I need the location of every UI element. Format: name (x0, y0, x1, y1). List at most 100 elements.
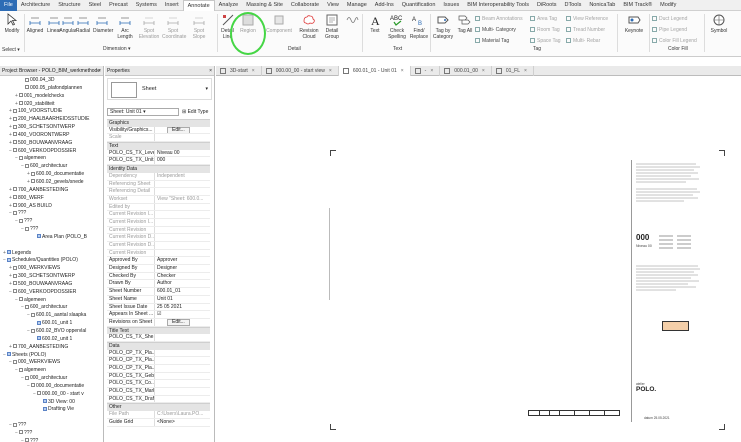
property-row[interactable]: Current Revision I... (107, 211, 210, 219)
view-tab[interactable]: 600.01_01 - Unit 01 × (338, 66, 411, 76)
dimension-radial-button[interactable]: Radial (74, 13, 92, 34)
tag-panel-label[interactable]: Tag (533, 46, 541, 52)
property-value[interactable]: Checker (155, 273, 210, 280)
browser-tree-item[interactable]: −600_VERKOOPDOSSIER (0, 148, 103, 156)
browser-tree-item[interactable]: − algemeen (0, 367, 103, 375)
property-row[interactable]: Appears In Sheet ... ☑ (107, 311, 210, 319)
property-value[interactable]: Edit... (155, 126, 210, 134)
drawing-canvas[interactable]: 000 Niveau 00 atelier POLO. datum 25.05.… (216, 76, 741, 442)
property-group-header[interactable]: Data (107, 341, 210, 350)
space-tag-button[interactable]: Space Tag (530, 38, 561, 44)
ribbon-tab-nonicatab[interactable]: NonicaTab (585, 0, 619, 11)
browser-tree-item[interactable]: +500_BOUWAANVRAAG (0, 140, 103, 148)
room-tag-button[interactable]: Room Tag (530, 27, 560, 33)
view-reference-button[interactable]: View Reference (566, 16, 608, 22)
browser-tree-item[interactable]: +020_stabiliteit (0, 101, 103, 109)
browser-tree-item[interactable]: −000.00_documentatie (0, 383, 103, 391)
browser-tree-item[interactable]: 000.04_3D (0, 77, 103, 85)
material-tag-button[interactable]: Material Tag (475, 38, 509, 44)
browser-tree-item[interactable] (0, 414, 103, 422)
browser-tree-item[interactable]: −000_WERKVIEWS (0, 359, 103, 367)
property-row[interactable]: Current Revision (107, 249, 210, 258)
ribbon-tab-bim-interoperability-tools[interactable]: BIM Interoperability Tools (463, 0, 533, 11)
ribbon-tab-dtools[interactable]: DTools (561, 0, 586, 11)
property-value[interactable] (155, 373, 210, 380)
browser-tree-item[interactable]: −??? (0, 226, 103, 234)
browser-tree-item[interactable]: 3D View: 00 (0, 399, 103, 407)
property-value[interactable]: Author (155, 280, 210, 287)
dimension-diameter-button[interactable]: Diameter (93, 13, 113, 34)
browser-tree-item[interactable]: −??? (0, 438, 103, 442)
browser-tree-item[interactable]: −000_architectuur (0, 375, 103, 383)
browser-tree-item[interactable]: +300_SCHETSONTWERP (0, 273, 103, 281)
close-icon[interactable]: × (401, 68, 404, 74)
browser-tree-item[interactable]: +600.02_gevels/snede (0, 179, 103, 187)
browser-tree-item[interactable]: +900_AS BUILD (0, 203, 103, 211)
browser-tree-item[interactable]: + Legends (0, 250, 103, 258)
browser-tree-item[interactable]: −??? (0, 422, 103, 430)
property-row[interactable]: Current Revision D... (107, 234, 210, 242)
ribbon-tab-steel[interactable]: Steel (85, 0, 106, 11)
property-value[interactable] (155, 388, 210, 395)
pipe-legend-button[interactable]: Pipe Legend (652, 27, 687, 33)
ribbon-tab-structure[interactable]: Structure (54, 0, 84, 11)
ribbon-tab-quantification[interactable]: Quantification (398, 0, 440, 11)
browser-tree-item[interactable]: +001_modelchecks (0, 93, 103, 101)
property-value[interactable]: ☑ (155, 311, 210, 318)
property-value[interactable]: 000 (155, 157, 210, 164)
ribbon-tab-annotate[interactable]: Annotate (182, 0, 215, 11)
browser-tree-item[interactable]: 000.05_plafondplannen (0, 85, 103, 93)
property-group-header[interactable]: Other (107, 403, 210, 412)
property-row[interactable]: POLO_CS_TX_She... (107, 334, 210, 342)
browser-tree-item[interactable]: −??? (0, 430, 103, 438)
ribbon-tab-bim-track-[interactable]: BIM Track® (619, 0, 656, 11)
property-row[interactable]: POLO_CS_TX_Unit... 000 (107, 157, 210, 166)
browser-tree-item[interactable]: 600.02_unit 1 (0, 336, 103, 344)
browser-tree-item[interactable]: −600_architectuur (0, 304, 103, 312)
property-row[interactable]: File Path C:\Users\Laura.PO... (107, 411, 210, 419)
property-row[interactable]: Visibility/Graphics... Edit... (107, 126, 210, 135)
browser-tree-item[interactable]: −??? (0, 218, 103, 226)
browser-tree-item[interactable] (0, 242, 103, 250)
ribbon-tab-add-ins[interactable]: Add-Ins (371, 0, 398, 11)
browser-tree-item[interactable]: Drafting Vie (0, 406, 103, 414)
close-icon[interactable]: × (252, 68, 255, 74)
browser-tree-item[interactable]: +300_SCHETSONTWERP (0, 124, 103, 132)
property-value[interactable]: 25 05 2021 (155, 304, 210, 311)
property-value[interactable] (155, 334, 210, 341)
browser-tree-item[interactable]: +700_AANBESTEDING (0, 344, 103, 352)
browser-tree-item[interactable]: 600.01_unit 1 (0, 320, 103, 328)
browser-tree-item[interactable]: +200_HAALBAARHEIDSSTUDIE (0, 116, 103, 124)
browser-tree-item[interactable]: −600_architectuur (0, 163, 103, 171)
close-icon[interactable]: × (524, 68, 527, 74)
select-panel-label[interactable]: Select ▾ (2, 47, 20, 53)
ribbon-tab-view[interactable]: View (323, 0, 343, 11)
property-value[interactable]: 600.01_01 (155, 288, 210, 295)
property-group-header[interactable]: Identity Data (107, 165, 210, 173)
property-value[interactable] (155, 380, 210, 387)
browser-tree-item[interactable]: +500_BOUWAANVRAAG (0, 281, 103, 289)
property-row[interactable]: Referencing Detail (107, 188, 210, 196)
property-row[interactable]: Designed By Designer (107, 265, 210, 273)
edit-button[interactable]: Edit... (167, 126, 190, 134)
browser-tree-item[interactable]: − Schedules/Quantities (POLO) (0, 257, 103, 265)
browser-tree-item[interactable]: +100_VOORSTUDIE (0, 108, 103, 116)
view-tab[interactable]: 000.01_00 × (440, 66, 492, 76)
close-icon[interactable]: × (98, 66, 101, 75)
property-group-header[interactable]: Text (107, 142, 210, 150)
dimension-arc-length-button[interactable]: Arc Length (114, 13, 136, 40)
view-tab[interactable]: - × (411, 66, 441, 76)
ribbon-tab-manage[interactable]: Manage (343, 0, 371, 11)
view-tab[interactable]: 3D-start × (216, 66, 262, 76)
property-value[interactable]: Edit... (155, 318, 210, 326)
keynote-button[interactable]: Keynote (622, 13, 646, 34)
browser-tree-item[interactable]: Area Plan (POLO_B (0, 234, 103, 242)
property-row[interactable]: POLO_CS_TX_Mark (107, 388, 210, 396)
close-icon[interactable]: × (329, 68, 332, 74)
multi-rebar-button[interactable]: Multi- Rebar (566, 38, 600, 44)
detail-group-button[interactable]: Detail Group (322, 13, 342, 40)
property-value[interactable]: Approver (155, 257, 210, 264)
revision-cloud-button[interactable]: Revision Cloud (297, 13, 321, 40)
property-row[interactable]: Approved By Approver (107, 257, 210, 266)
property-row[interactable]: Current Revision D... (107, 242, 210, 250)
